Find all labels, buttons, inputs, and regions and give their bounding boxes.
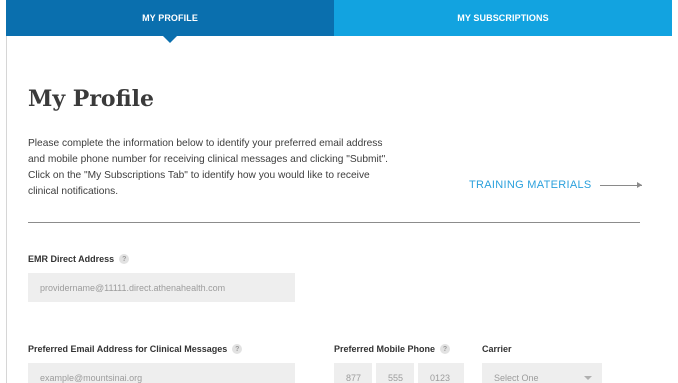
email-label-text: Preferred Email Address for Clinical Mes… — [28, 344, 228, 354]
page-title: My Profile — [28, 86, 154, 112]
mobile-phone-label-text: Preferred Mobile Phone — [334, 344, 436, 354]
emr-address-placeholder: providername@11111.direct.athenahealth.c… — [40, 282, 226, 293]
phone-area-code-field[interactable]: 877 — [334, 363, 372, 383]
phone-line-field[interactable]: 0123 — [418, 363, 464, 383]
email-placeholder: example@mountsinai.org — [40, 372, 143, 383]
tab-my-profile[interactable]: MY PROFILE — [6, 0, 334, 43]
phone-prefix-field[interactable]: 555 — [376, 363, 414, 383]
active-tab-indicator — [163, 36, 177, 43]
help-icon[interactable]: ? — [232, 344, 243, 354]
phone-line-placeholder: 0123 — [430, 372, 451, 383]
training-materials-label: TRAINING MATERIALS — [469, 179, 592, 191]
emr-address-label-text: EMR Direct Address — [28, 254, 115, 264]
left-border — [6, 36, 7, 383]
arrow-right-icon — [599, 181, 642, 188]
tab-my-subscriptions-label: MY SUBSCRIPTIONS — [457, 13, 549, 23]
tab-bar: MY PROFILE MY SUBSCRIPTIONS — [6, 0, 672, 43]
training-materials-link[interactable]: TRAINING MATERIALS — [469, 179, 642, 191]
section-divider — [28, 222, 640, 223]
tab-my-profile-label: MY PROFILE — [142, 13, 198, 23]
carrier-label-text: Carrier — [482, 344, 512, 354]
email-field[interactable]: example@mountsinai.org — [28, 363, 295, 383]
chevron-down-icon — [584, 375, 592, 380]
carrier-select[interactable]: Select One — [482, 363, 602, 383]
carrier-label: Carrier — [482, 344, 512, 354]
mobile-phone-label: Preferred Mobile Phone ? — [334, 344, 451, 354]
emr-address-label: EMR Direct Address ? — [28, 254, 130, 264]
phone-area-code-placeholder: 877 — [346, 372, 362, 383]
help-icon[interactable]: ? — [119, 254, 130, 264]
help-icon[interactable]: ? — [440, 344, 451, 354]
carrier-placeholder: Select One — [494, 372, 539, 383]
tab-my-subscriptions[interactable]: MY SUBSCRIPTIONS — [334, 0, 672, 36]
intro-text: Please complete the information below to… — [28, 138, 389, 197]
emr-address-field[interactable]: providername@11111.direct.athenahealth.c… — [28, 273, 295, 302]
email-label: Preferred Email Address for Clinical Mes… — [28, 344, 243, 354]
profile-page: MY PROFILE MY SUBSCRIPTIONS My Profile P… — [6, 0, 672, 383]
phone-prefix-placeholder: 555 — [388, 372, 404, 383]
